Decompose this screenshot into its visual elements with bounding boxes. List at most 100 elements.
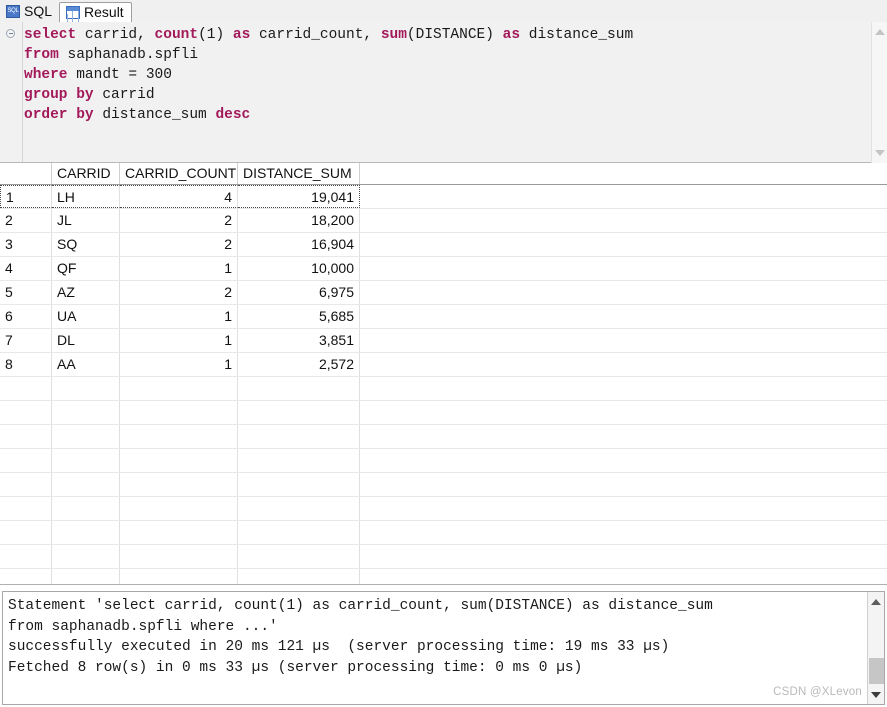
sql-keyword: count — [154, 27, 199, 43]
sql-editor[interactable]: select carrid, count(1) as carrid_count,… — [0, 22, 887, 163]
tab-result-label: Result — [84, 4, 124, 20]
table-row[interactable]: 8 AA 1 2,572 — [0, 353, 887, 377]
cell-carrid[interactable]: JL — [52, 209, 120, 232]
row-number-cell[interactable]: 4 — [0, 257, 52, 280]
execution-log-text: Statement 'select carrid, count(1) as ca… — [8, 598, 713, 676]
empty-cell — [120, 569, 238, 584]
empty-cell — [120, 449, 238, 472]
column-header-carrid-count[interactable]: CARRID_COUNT — [120, 163, 238, 184]
table-row[interactable]: 1 LH 4 19,041 — [0, 185, 887, 209]
sql-keyword: as — [502, 27, 521, 43]
tab-result[interactable]: Result — [59, 2, 132, 23]
execution-log-panel[interactable]: Statement 'select carrid, count(1) as ca… — [2, 591, 885, 705]
editor-vertical-scrollbar[interactable] — [871, 22, 887, 163]
sql-line: from saphanadb.spfli — [24, 45, 855, 65]
row-number-cell[interactable]: 8 — [0, 353, 52, 376]
sql-keyword: as — [232, 27, 251, 43]
scrollbar-thumb[interactable] — [869, 658, 884, 684]
empty-cell — [52, 401, 120, 424]
code-fold-collapse-icon[interactable] — [6, 29, 15, 38]
cell-carrid[interactable]: UA — [52, 305, 120, 328]
sql-query-text[interactable]: select carrid, count(1) as carrid_count,… — [24, 25, 855, 125]
empty-cell — [238, 497, 360, 520]
tab-sql[interactable]: SQL SQL — [0, 1, 60, 22]
cell-carrid[interactable]: AA — [52, 353, 120, 376]
cell-carrid-count[interactable]: 1 — [120, 353, 238, 376]
cell-carrid-count[interactable]: 1 — [120, 329, 238, 352]
empty-table-row — [0, 377, 887, 401]
row-number-cell[interactable]: 3 — [0, 233, 52, 256]
table-row[interactable]: 5 AZ 2 6,975 — [0, 281, 887, 305]
cell-distance-sum[interactable]: 16,904 — [238, 233, 360, 256]
table-row[interactable]: 2 JL 2 18,200 — [0, 209, 887, 233]
empty-cell-filler — [360, 545, 887, 568]
column-header-carrid[interactable]: CARRID — [52, 163, 120, 184]
sql-line: where mandt = 300 — [24, 65, 855, 85]
watermark-label: CSDN @XLevon — [773, 686, 862, 698]
table-row[interactable]: 6 UA 1 5,685 — [0, 305, 887, 329]
empty-cell — [238, 521, 360, 544]
empty-cell — [0, 377, 52, 400]
scroll-up-arrow[interactable] — [874, 29, 885, 35]
empty-cell — [52, 569, 120, 584]
empty-cell — [120, 545, 238, 568]
empty-cell-filler — [360, 569, 887, 584]
cell-carrid-count[interactable]: 2 — [120, 233, 238, 256]
cell-distance-sum[interactable]: 19,041 — [238, 185, 360, 208]
cell-carrid[interactable]: SQ — [52, 233, 120, 256]
sql-keyword: desc — [215, 107, 251, 123]
row-filler — [360, 257, 887, 280]
column-header-distance-sum[interactable]: DISTANCE_SUM — [238, 163, 360, 184]
sql-text: distance_sum — [93, 107, 216, 123]
cell-distance-sum[interactable]: 3,851 — [238, 329, 360, 352]
empty-cell — [238, 425, 360, 448]
cell-distance-sum[interactable]: 18,200 — [238, 209, 360, 232]
empty-cell-filler — [360, 449, 887, 472]
table-row[interactable]: 3 SQ 2 16,904 — [0, 233, 887, 257]
cell-distance-sum[interactable]: 10,000 — [238, 257, 360, 280]
cell-carrid[interactable]: LH — [52, 185, 120, 208]
empty-cell — [0, 473, 52, 496]
column-header-filler — [360, 163, 887, 184]
table-row[interactable]: 7 DL 1 3,851 — [0, 329, 887, 353]
cell-distance-sum[interactable]: 2,572 — [238, 353, 360, 376]
scroll-up-arrow[interactable] — [871, 599, 881, 605]
row-filler — [360, 353, 887, 376]
scroll-down-arrow[interactable] — [874, 150, 885, 156]
row-filler — [360, 281, 887, 304]
cell-carrid[interactable]: DL — [52, 329, 120, 352]
row-number-cell[interactable]: 5 — [0, 281, 52, 304]
row-number-cell[interactable]: 7 — [0, 329, 52, 352]
sql-line: group by carrid — [24, 85, 855, 105]
cell-distance-sum[interactable]: 5,685 — [238, 305, 360, 328]
column-header-index[interactable] — [0, 163, 52, 184]
result-grid[interactable]: CARRID CARRID_COUNT DISTANCE_SUM 1 LH 4 19,… — [0, 163, 887, 585]
cell-carrid[interactable]: AZ — [52, 281, 120, 304]
cell-carrid-count[interactable]: 2 — [120, 209, 238, 232]
empty-cell — [52, 377, 120, 400]
cell-carrid-count[interactable]: 1 — [120, 305, 238, 328]
cell-distance-sum[interactable]: 6,975 — [238, 281, 360, 304]
empty-cell — [238, 377, 360, 400]
cell-carrid-count[interactable]: 1 — [120, 257, 238, 280]
empty-cell — [120, 521, 238, 544]
sql-keyword: from — [24, 47, 59, 63]
empty-cell — [52, 521, 120, 544]
log-vertical-scrollbar[interactable] — [867, 592, 884, 704]
empty-cell-filler — [360, 473, 887, 496]
table-row[interactable]: 4 QF 1 10,000 — [0, 257, 887, 281]
sql-text: carrid_count, — [250, 27, 381, 43]
cell-carrid[interactable]: QF — [52, 257, 120, 280]
row-number-cell[interactable]: 1 — [0, 185, 52, 208]
empty-table-row — [0, 401, 887, 425]
cell-carrid-count[interactable]: 4 — [120, 185, 238, 208]
sql-text: (1) — [198, 27, 233, 43]
table-grid-icon — [66, 6, 81, 19]
empty-cell — [238, 569, 360, 584]
row-number-cell[interactable]: 6 — [0, 305, 52, 328]
row-number-cell[interactable]: 2 — [0, 209, 52, 232]
sql-line: select carrid, count(1) as carrid_count,… — [24, 25, 855, 45]
cell-carrid-count[interactable]: 2 — [120, 281, 238, 304]
scroll-down-arrow[interactable] — [871, 692, 881, 698]
empty-cell-filler — [360, 521, 887, 544]
